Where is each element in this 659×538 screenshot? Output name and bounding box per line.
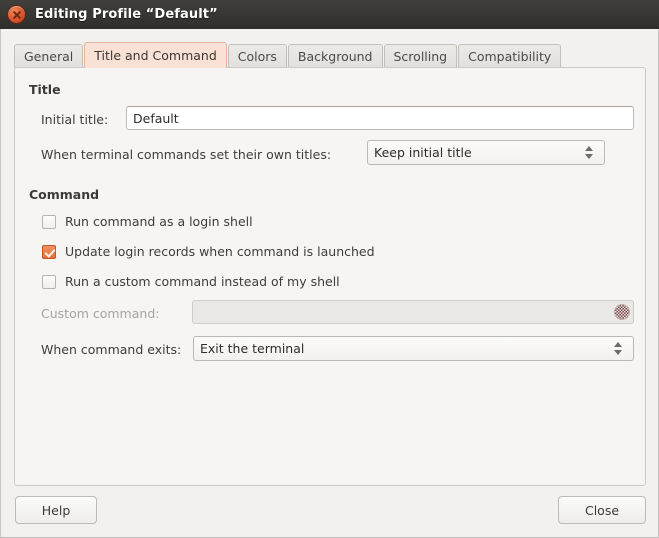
tab-colors[interactable]: Colors bbox=[227, 44, 287, 68]
help-button[interactable]: Help bbox=[15, 496, 97, 524]
when-titles-set-dropdown[interactable]: Keep initial title bbox=[367, 140, 605, 165]
when-command-exits-dropdown[interactable]: Exit the terminal bbox=[193, 336, 634, 361]
run-custom-command-row[interactable]: Run a custom command instead of my shell bbox=[42, 274, 340, 289]
update-login-records-label: Update login records when command is lau… bbox=[65, 244, 375, 259]
tab-bar: General Title and Command Colors Backgro… bbox=[14, 42, 562, 68]
chevron-updown-icon[interactable] bbox=[613, 340, 624, 357]
window-titlebar: Editing Profile “Default” bbox=[0, 0, 659, 29]
close-button[interactable]: Close bbox=[558, 496, 646, 524]
when-command-exits-label: When command exits: bbox=[41, 342, 182, 357]
when-command-exits-value: Exit the terminal bbox=[200, 341, 305, 356]
run-login-shell-checkbox[interactable] bbox=[42, 214, 56, 229]
window-title: Editing Profile “Default” bbox=[35, 7, 218, 22]
run-login-shell-label: Run command as a login shell bbox=[65, 214, 253, 229]
window-close-icon[interactable] bbox=[8, 6, 25, 23]
when-titles-set-value: Keep initial title bbox=[374, 145, 472, 160]
section-heading-title: Title bbox=[29, 82, 61, 97]
run-custom-command-label: Run a custom command instead of my shell bbox=[65, 274, 340, 289]
tab-compatibility[interactable]: Compatibility bbox=[458, 44, 562, 68]
custom-command-label: Custom command: bbox=[41, 306, 160, 321]
tab-panel-title-and-command: Title Initial title: Default When termin… bbox=[14, 67, 646, 486]
initial-title-input[interactable]: Default bbox=[126, 106, 634, 130]
when-titles-set-label: When terminal commands set their own tit… bbox=[41, 147, 332, 162]
editing-profile-dialog: Editing Profile “Default” General Title … bbox=[0, 0, 659, 538]
custom-command-input bbox=[192, 300, 634, 324]
update-login-records-checkbox[interactable] bbox=[42, 244, 56, 259]
tab-general[interactable]: General bbox=[14, 44, 84, 68]
tab-scrolling[interactable]: Scrolling bbox=[383, 44, 458, 68]
run-custom-command-checkbox[interactable] bbox=[42, 274, 56, 289]
run-login-shell-row[interactable]: Run command as a login shell bbox=[42, 214, 253, 229]
initial-title-label: Initial title: bbox=[41, 112, 109, 127]
tab-background[interactable]: Background bbox=[287, 44, 383, 68]
update-login-records-row[interactable]: Update login records when command is lau… bbox=[42, 244, 375, 259]
command-browse-icon bbox=[615, 305, 629, 319]
chevron-updown-icon[interactable] bbox=[584, 144, 595, 161]
tab-title-and-command[interactable]: Title and Command bbox=[84, 42, 227, 68]
section-heading-command: Command bbox=[29, 187, 100, 202]
